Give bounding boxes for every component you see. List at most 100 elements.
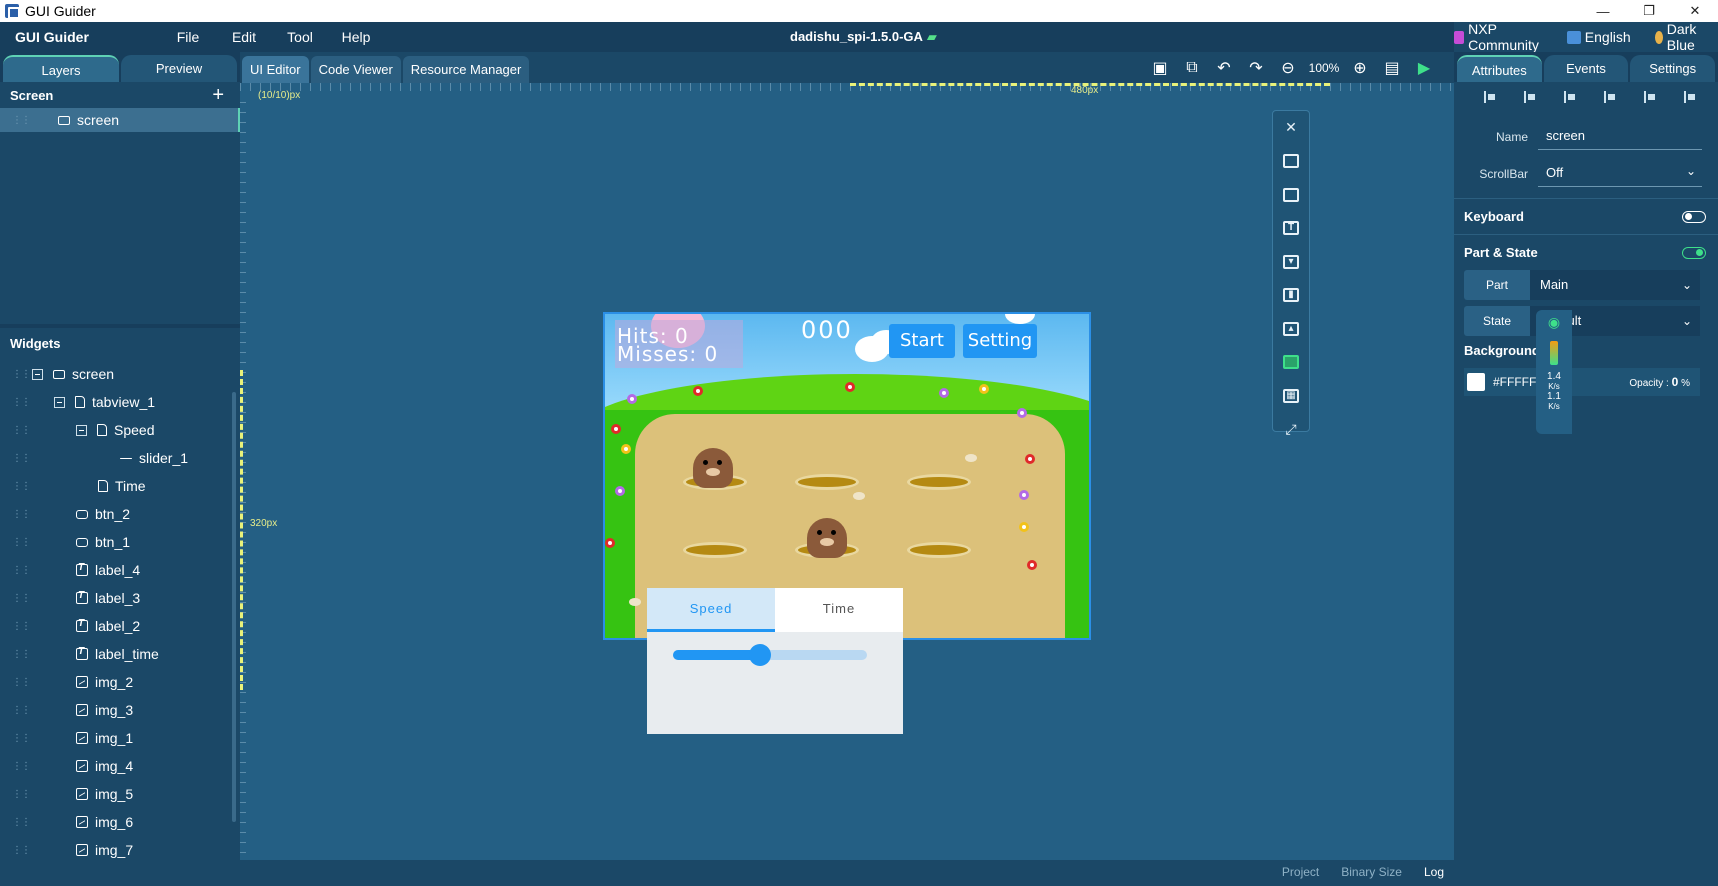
drag-handle-icon[interactable]: ⋮⋮ — [12, 649, 31, 660]
tree-node[interactable]: ⋮⋮ img_1 — [0, 724, 232, 752]
opacity-readout[interactable]: Opacity : 0 % — [1629, 375, 1690, 389]
tree-node[interactable]: ⋮⋮ Speed — [0, 416, 232, 444]
imgbutton-widget-icon[interactable] — [1273, 178, 1309, 212]
zoom-out-icon[interactable]: ⊖ — [1272, 56, 1304, 80]
bring-front-icon[interactable]: ▣ — [1144, 56, 1176, 80]
theme-selector[interactable]: Dark Blue — [1654, 21, 1703, 53]
tree-node[interactable]: ⋮⋮ label_2 — [0, 612, 232, 640]
tree-node[interactable]: ⋮⋮ slider_1 — [0, 444, 232, 472]
close-button[interactable]: ✕ — [1672, 0, 1718, 22]
expand-icon[interactable]: ⤢ — [1273, 413, 1309, 447]
tab-resource-manager[interactable]: Resource Manager — [402, 56, 530, 83]
drag-handle-icon[interactable]: ⋮⋮ — [12, 565, 31, 576]
drag-handle-icon[interactable]: ⋮⋮ — [12, 621, 31, 632]
name-field[interactable]: screen — [1538, 124, 1702, 150]
nxp-community-link[interactable]: NXP Community — [1454, 21, 1543, 53]
log-tab[interactable]: Log — [1424, 865, 1444, 879]
part-select[interactable]: Main ⌄ — [1530, 270, 1700, 300]
part-state-toggle[interactable] — [1682, 246, 1706, 259]
tree-node[interactable]: ⋮⋮ img_3 — [0, 696, 232, 724]
tab-preview[interactable]: Preview — [121, 55, 237, 82]
menu-tool[interactable]: Tool — [272, 29, 328, 45]
redo-icon[interactable]: ↷ — [1240, 56, 1272, 80]
tree-node[interactable]: ⋮⋮ img_7 — [0, 836, 232, 864]
undo-icon[interactable]: ↶ — [1208, 56, 1240, 80]
image-widget-icon[interactable]: ▴ — [1273, 312, 1309, 346]
curve-widget-icon[interactable] — [1273, 346, 1309, 380]
folder-icon[interactable]: ▰ — [927, 29, 937, 44]
menu-help[interactable]: Help — [328, 29, 384, 45]
tree-node[interactable]: ⋮⋮ img_4 — [0, 752, 232, 780]
mole-image[interactable] — [693, 448, 733, 488]
scrollbar-select[interactable]: Off ⌄ — [1538, 161, 1702, 187]
keyboard-toggle[interactable] — [1682, 210, 1706, 223]
drag-handle-icon[interactable]: ⋮⋮ — [12, 369, 31, 380]
tab-code-viewer[interactable]: Code Viewer — [310, 56, 401, 83]
tree-node[interactable]: ⋮⋮ label_4 — [0, 556, 232, 584]
drag-handle-icon[interactable]: ⋮⋮ — [12, 509, 31, 520]
tree-node[interactable]: ⋮⋮ img_6 — [0, 808, 232, 836]
speed-slider[interactable] — [673, 644, 867, 666]
qrcode-widget-icon[interactable]: ▦ — [1273, 379, 1309, 413]
binary-size-tab[interactable]: Binary Size — [1341, 865, 1402, 879]
tab-settings[interactable]: Settings — [1630, 55, 1716, 82]
label-widget-icon[interactable]: T — [1273, 212, 1309, 246]
tree-node[interactable]: ⋮⋮ img_2 — [0, 668, 232, 696]
chart-widget-icon[interactable]: ▮ — [1273, 279, 1309, 313]
collapse-toggle-icon[interactable] — [76, 424, 87, 436]
drag-handle-icon[interactable]: ⋮⋮ — [12, 677, 31, 688]
drag-handle-icon[interactable]: ⋮⋮ — [12, 705, 31, 716]
drag-handle-icon[interactable]: ⋮⋮ — [12, 115, 31, 126]
screen-list-item[interactable]: ⋮⋮ screen — [0, 108, 241, 132]
tabview-widget[interactable]: Speed Time — [647, 588, 903, 734]
tree-node[interactable]: ⋮⋮ Time — [0, 472, 232, 500]
dropdown-widget-icon[interactable]: ▾ — [1273, 245, 1309, 279]
add-screen-button[interactable]: + — [212, 85, 224, 105]
tree-scrollbar[interactable] — [232, 392, 236, 822]
align-bottom-icon[interactable] — [1670, 91, 1710, 103]
start-button[interactable]: Start — [889, 324, 955, 358]
tree-node[interactable]: ⋮⋮ label_3 — [0, 584, 232, 612]
align-right-icon[interactable] — [1550, 91, 1590, 103]
tab-speed[interactable]: Speed — [647, 588, 775, 632]
tree-node[interactable]: ⋮⋮ screen — [0, 360, 232, 388]
menu-file[interactable]: File — [160, 29, 216, 45]
tab-attributes[interactable]: Attributes — [1457, 55, 1542, 82]
align-hcenter-icon[interactable] — [1510, 91, 1550, 103]
eye-icon[interactable]: ◉ — [1536, 314, 1572, 331]
tab-events[interactable]: Events — [1543, 55, 1629, 82]
drag-handle-icon[interactable]: ⋮⋮ — [12, 481, 31, 492]
minimize-button[interactable]: — — [1580, 0, 1626, 22]
drag-handle-icon[interactable]: ⋮⋮ — [12, 397, 31, 408]
color-swatch[interactable] — [1467, 373, 1485, 391]
tab-time[interactable]: Time — [775, 588, 903, 632]
collapse-toggle-icon[interactable] — [54, 396, 65, 408]
drag-handle-icon[interactable]: ⋮⋮ — [12, 425, 31, 436]
drag-handle-icon[interactable]: ⋮⋮ — [12, 845, 31, 856]
drag-handle-icon[interactable]: ⋮⋮ — [12, 817, 31, 828]
collapse-toggle-icon[interactable] — [32, 368, 43, 380]
run-simulator-icon[interactable]: ▶ — [1408, 56, 1440, 80]
tree-node[interactable]: ⋮⋮ tabview_1 — [0, 388, 232, 416]
drag-handle-icon[interactable]: ⋮⋮ — [12, 789, 31, 800]
collapse-icon[interactable]: ✕ — [1273, 111, 1309, 145]
drag-handle-icon[interactable]: ⋮⋮ — [12, 733, 31, 744]
align-top-icon[interactable] — [1590, 91, 1630, 103]
misses-label[interactable]: Misses: 0 — [617, 342, 718, 366]
drag-handle-icon[interactable]: ⋮⋮ — [12, 593, 31, 604]
tab-ui-editor[interactable]: UI Editor — [242, 56, 309, 83]
setting-button[interactable]: Setting — [963, 324, 1037, 358]
drag-handle-icon[interactable]: ⋮⋮ — [12, 453, 31, 464]
mole-image[interactable] — [807, 518, 847, 558]
drag-handle-icon[interactable]: ⋮⋮ — [12, 761, 31, 772]
tree-node[interactable]: ⋮⋮ label_time — [0, 640, 232, 668]
slider-knob[interactable] — [749, 644, 772, 666]
zoom-in-icon[interactable]: ⊕ — [1344, 56, 1376, 80]
tree-node[interactable]: ⋮⋮ btn_2 — [0, 500, 232, 528]
send-back-icon[interactable]: ⧉ — [1176, 56, 1208, 80]
score-label[interactable]: 000 — [801, 316, 853, 344]
menu-edit[interactable]: Edit — [216, 29, 272, 45]
drag-handle-icon[interactable]: ⋮⋮ — [12, 537, 31, 548]
restore-button[interactable]: ❐ — [1626, 0, 1672, 22]
align-vcenter-icon[interactable] — [1630, 91, 1670, 103]
